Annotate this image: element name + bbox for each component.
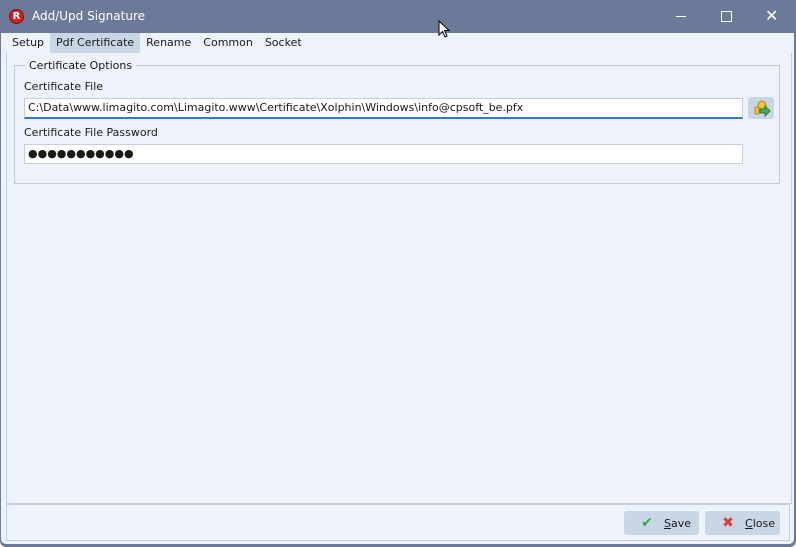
minimize-button[interactable]	[658, 0, 704, 33]
window-title: Add/Upd Signature	[32, 9, 145, 23]
x-icon: ✖	[722, 515, 734, 531]
tab-common[interactable]: Common	[197, 33, 259, 53]
certificate-options-group: Certificate Options Certificate File C:\…	[14, 59, 780, 184]
tab-bar: Setup Pdf Certificate Rename Common Sock…	[6, 33, 308, 53]
certificate-file-input[interactable]: C:\Data\www.limagito.com\Limagito.www\Ce…	[24, 98, 743, 119]
dialog-footer: ✔ Save ✖ Close	[6, 503, 790, 541]
title-bar[interactable]: R Add/Upd Signature ✕	[0, 0, 796, 33]
app-logo-icon: R	[9, 9, 24, 24]
certificate-file-label: Certificate File	[24, 80, 104, 93]
save-button[interactable]: ✔ Save	[624, 511, 699, 535]
minimize-icon	[676, 16, 686, 17]
maximize-icon	[721, 11, 732, 22]
group-title: Certificate Options	[25, 59, 137, 72]
tab-pdf-certificate[interactable]: Pdf Certificate	[50, 33, 141, 53]
close-button[interactable]: ✖ Close	[705, 511, 780, 535]
tab-rename[interactable]: Rename	[140, 33, 197, 53]
tab-page-pdf-certificate: Certificate Options Certificate File C:\…	[6, 53, 792, 504]
close-window-button[interactable]: ✕	[750, 0, 796, 33]
check-icon: ✔	[641, 515, 653, 531]
browse-certificate-button[interactable]	[748, 97, 774, 119]
tab-setup[interactable]: Setup	[6, 33, 50, 53]
mouse-cursor-icon	[438, 20, 451, 38]
close-icon: ✕	[765, 6, 779, 25]
folder-open-key-icon	[754, 100, 771, 118]
tab-socket[interactable]: Socket	[259, 33, 308, 53]
certificate-password-input[interactable]: ●●●●●●●●●●●	[24, 144, 743, 164]
maximize-button[interactable]	[704, 0, 750, 33]
dialog-window: R Add/Upd Signature ✕ Setup Pdf Certific…	[0, 0, 796, 547]
certificate-password-label: Certificate File Password	[24, 126, 158, 139]
dialog-client-area: Setup Pdf Certificate Rename Common Sock…	[1, 33, 794, 544]
